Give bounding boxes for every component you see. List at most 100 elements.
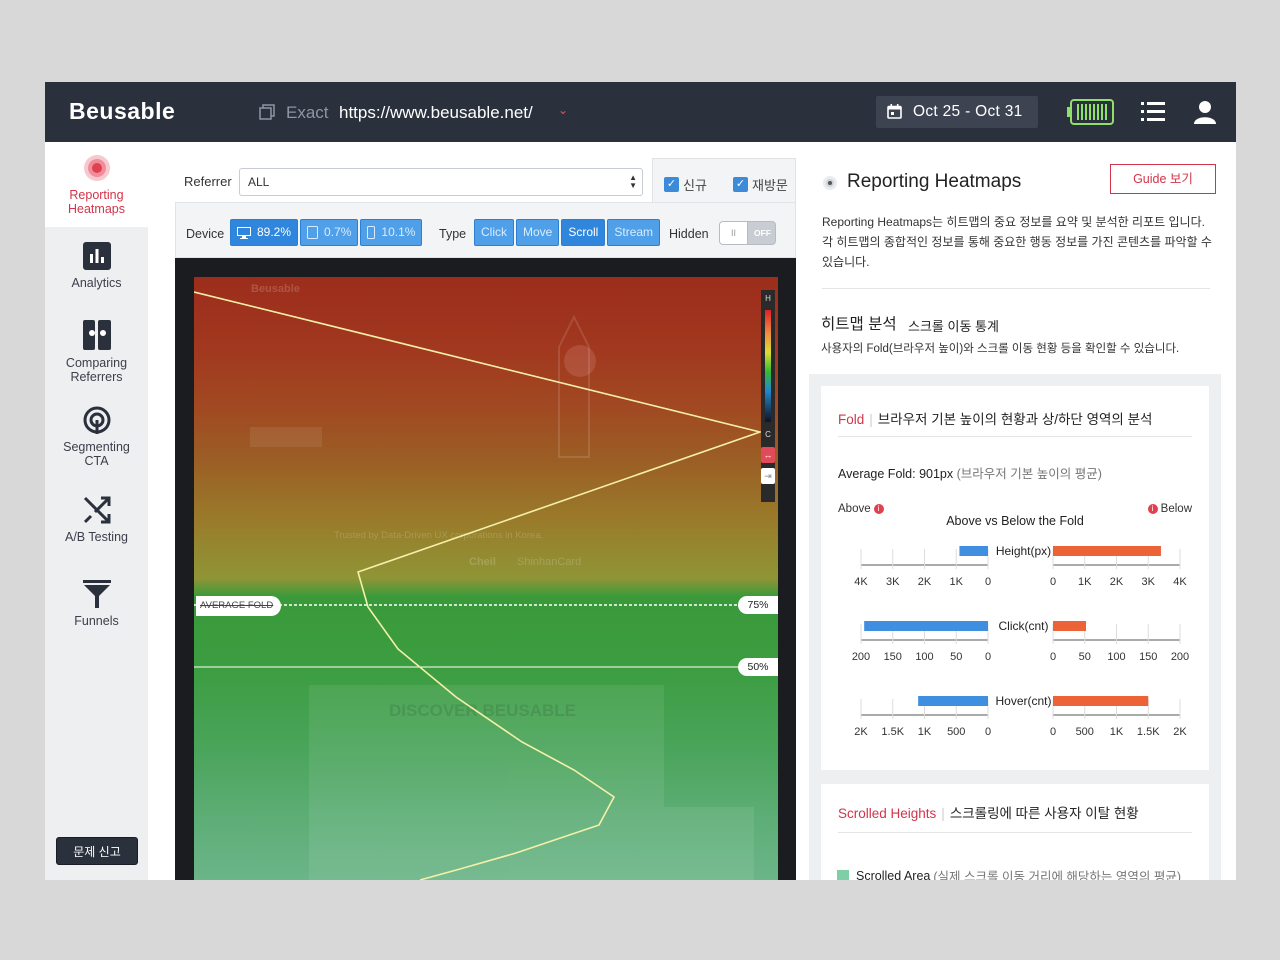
device-mobile-button[interactable]: 10.1% [360,219,423,246]
device-desktop-value: 89.2% [257,225,292,239]
nav-label: A/B Testing [64,530,128,544]
return-visitor-label: 재방문 [752,178,788,193]
checkmark-icon: ✓ [664,177,679,192]
report-title: Reporting Heatmaps [847,171,1022,192]
fold-card: Fold | 브라우저 기본 높이의 현황과 상/하단 영역의 분석 Average… [821,386,1209,770]
funnel-icon [82,580,111,608]
chart-tick-label: 500 [947,726,965,738]
chart-tick-label: 4K [1173,576,1187,588]
report-description: Reporting Heatmaps는 히트맵의 중요 정보를 요약 및 분석한… [822,212,1222,272]
new-visitor-checkbox[interactable]: ✓ 신규 [664,175,707,194]
average-fold-value: Average Fold: 901px [838,467,954,481]
chart-row-label: Click(cnt) [999,619,1049,633]
chart-tick-label: 200 [1171,651,1189,663]
legend-low-label: C [765,430,771,439]
url-match-mode[interactable]: Exact [286,103,329,123]
hidden-toggle[interactable]: II OFF [719,221,776,245]
chart-tick-label: 2K [1173,726,1187,738]
device-label: Device [186,227,225,241]
section-subtitle: 스크롤 이동 통계 [908,319,999,334]
date-range-picker[interactable]: Oct 25 - Oct 31 [876,96,1038,128]
chart-tick-label: 2K [1110,576,1124,588]
chart-bar-above [959,546,988,556]
chart-tick-label: 0 [985,726,991,738]
section-description: 사용자의 Fold(브라우저 높이)와 스크롤 이동 현황 등을 확인할 수 있… [821,343,1180,355]
nav-item-reporting-heatmaps[interactable]: Reporting Heatmaps [45,142,148,227]
cards-container: Fold | 브라우저 기본 높이의 현황과 상/하단 영역의 분석 Average… [809,374,1221,880]
chart-tick-label: 500 [1076,726,1094,738]
type-click-button[interactable]: Click [474,219,514,246]
nav-item-ab-testing[interactable]: A/B Testing [45,496,148,556]
type-scroll-button[interactable]: Scroll [561,219,606,246]
chart-tick-label: 1K [918,726,932,738]
menu-icon[interactable] [1141,102,1165,122]
nav-item-segmenting-cta[interactable]: Segmenting CTA [45,406,148,476]
divider [838,832,1192,833]
chart-tick-label: 0 [1050,576,1056,588]
type-label: Type [439,227,467,241]
chart-tick-label: 150 [884,651,902,663]
section-title: 히트맵 분석 [821,316,897,333]
url-selector[interactable]: https://www.beusable.net/ [339,103,533,123]
chart-title: Above vs Below the Fold [946,514,1084,528]
info-icon[interactable]: i [873,504,884,514]
report-issue-button[interactable]: 문제 신고 [56,837,138,865]
mobile-icon [367,226,376,239]
chart-tick-label: 3K [1142,576,1156,588]
heatmap-viewport: Beusable Trusted by Data-Driven UX corpo… [175,258,796,880]
logo[interactable]: Beusable [69,98,175,125]
target-icon [83,155,110,181]
nav-label: Reporting [69,188,124,202]
referrer-select[interactable]: ALL ▲ ▼ [239,168,643,196]
chart-tick-label: 1K [1078,576,1092,588]
toggle-state: OFF [754,228,771,238]
guide-button[interactable]: Guide 보기 [1110,164,1216,194]
chart-bar-above [864,621,988,631]
chart-tick-label: 3K [886,576,900,588]
divider [822,288,1210,289]
type-move-button[interactable]: Move [516,219,560,246]
chart-tick-label: 200 [852,651,870,663]
legend-swatch [837,869,849,880]
report-panel: Reporting Heatmaps Guide 보기 Reporting He… [808,142,1236,880]
new-visitor-label: 신규 [683,178,707,193]
info-icon[interactable]: i [1147,504,1158,514]
desktop-icon [237,226,251,239]
compare-icon [82,320,111,350]
device-tablet-button[interactable]: 0.7% [300,219,359,246]
report-description-line: Reporting Heatmaps는 히트맵의 중요 정보를 요약 및 분석한… [822,215,1205,229]
chart-bar-below [1053,621,1087,631]
nav-item-comparing-referrers[interactable]: Comparing Referrers [45,320,148,390]
copy-icon[interactable] [259,104,275,120]
nav-item-analytics[interactable]: Analytics [45,242,148,302]
report-title-icon [823,176,837,190]
device-selector: 89.2% 0.7% 10.1% [230,219,424,246]
chevron-down-icon[interactable]: ⌄ [558,103,568,117]
chart-tick-label: 100 [915,651,933,663]
scroll-card-title-accent: Scrolled Heights [838,806,937,821]
return-visitor-checkbox[interactable]: ✓ 재방문 [733,175,788,194]
scroll-heatmap-canvas[interactable]: Beusable Trusted by Data-Driven UX corpo… [194,277,778,880]
left-nav: Reporting Heatmaps Analytics Comparing R… [45,142,148,880]
referrer-label: Referrer [184,174,232,189]
scrolled-area-legend: Scrolled Area (실제 스크롤 이동 거리에 해당하는 영역의 평균… [837,866,1181,880]
user-icon[interactable] [1193,100,1217,124]
type-stream-button[interactable]: Stream [607,219,661,246]
scrolled-area-note: (실제 스크롤 이동 거리에 해당하는 영역의 평균) [933,870,1182,880]
expand-width-icon[interactable]: ↔ [761,447,775,463]
battery-icon[interactable] [1067,99,1115,125]
shrink-width-icon[interactable]: ⇥ [761,468,775,484]
legend-high-label: H [765,294,771,303]
segment-icon [83,406,110,434]
nav-label: Segmenting [63,440,130,454]
chart-tick-label: 150 [1139,651,1157,663]
nav-label: Analytics [71,276,122,290]
device-desktop-button[interactable]: 89.2% [230,219,299,246]
nav-item-funnels[interactable]: Funnels [45,580,148,640]
chart-row-label: Height(px) [996,544,1051,558]
scrolled-area-label: Scrolled Area [856,868,931,881]
fold-card-title: Fold | 브라우저 기본 높이의 현황과 상/하단 영역의 분석 [838,412,1153,427]
chart-tick-label: 1.5K [881,726,904,738]
chart-tick-label: 2K [918,576,932,588]
chart-tick-label: 50 [950,651,962,663]
